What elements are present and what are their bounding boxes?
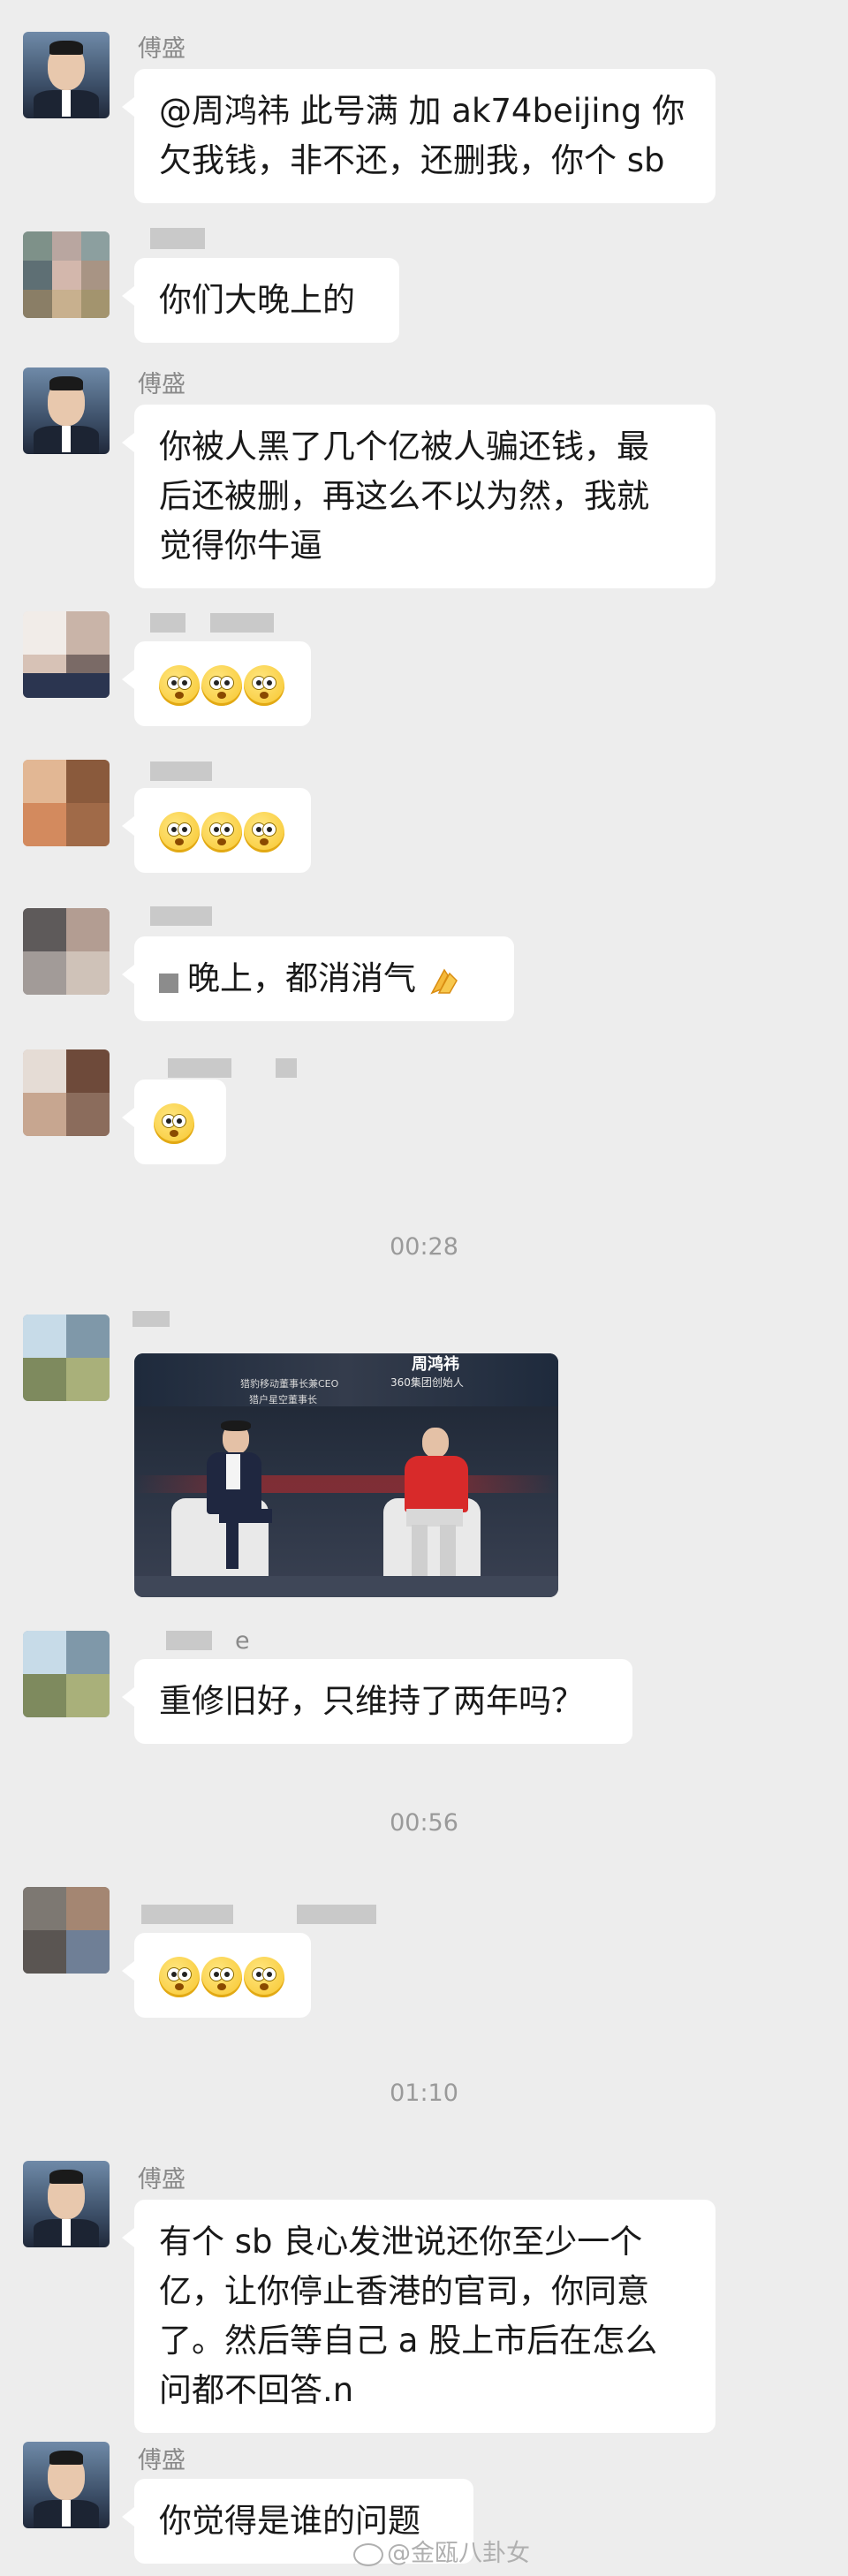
astonished-emoji-icon [159,664,200,706]
astonished-emoji-icon [159,1956,200,1997]
timestamp: 00:28 [390,1233,458,1261]
timestamp: 00:56 [390,1809,458,1837]
weibo-logo-icon [353,2542,383,2566]
message-text: 你们大晚上的 [159,281,355,319]
astonished-emoji-icon [244,1956,284,1997]
message-bubble[interactable] [122,788,311,873]
blurred-sender-name [166,1631,212,1650]
watermark: @金瓯八卦女 [353,2534,530,2568]
message-bubble[interactable]: 重修旧好，只维持了两年吗？ [122,1659,632,1744]
astonished-emoji-icon [154,1102,194,1144]
blurred-sender-name [132,1311,170,1327]
message-bubble[interactable]: 你被人黑了几个亿被人骗还钱，最 后还被删，再这么不以为然，我就 觉得你牛逼 [122,405,716,588]
avatar[interactable] [23,908,110,995]
image-caption-role: 猎豹移动董事长兼CEO [240,1378,339,1390]
avatar[interactable] [23,32,110,118]
message-text-line: @周鸿祎 此号满 加 ak74beijing 你 [159,92,685,130]
sender-name: 傅盛 [138,2166,186,2193]
avatar[interactable] [23,2442,110,2528]
image-message[interactable]: 周鸿祎 360集团创始人 猎豹移动董事长兼CEO 猎户星空董事长 [134,1353,558,1597]
avatar[interactable] [23,1887,110,1974]
message-text-line: 你被人黑了几个亿被人骗还钱，最 [159,428,649,466]
message-bubble[interactable]: @周鸿祎 此号满 加 ak74beijing 你 欠我钱，非不还，还删我，你个 … [122,69,716,203]
avatar[interactable] [23,1049,110,1136]
message-bubble[interactable]: 有个 sb 良心发泄说还你至少一个 亿，让你停止香港的官司，你同意 了。然后等自… [122,2200,716,2433]
avatar[interactable] [23,367,110,454]
image-caption-role: 360集团创始人 [390,1376,464,1389]
blurred-text-block [159,974,178,993]
astonished-emoji-icon [201,811,242,852]
message-text-line: 后还被删，再这么不以为然，我就 [159,477,649,515]
image-caption-role: 猎户星空董事长 [249,1394,317,1405]
astonished-emoji-icon [201,664,242,706]
sender-name: 傅盛 [138,371,186,398]
message-bubble[interactable] [122,1933,311,2018]
astonished-emoji-icon [159,811,200,852]
message-bubble[interactable]: 你们大晚上的 [122,258,399,343]
message-bubble[interactable] [122,1080,226,1164]
blurred-sender-name [168,1058,231,1078]
message-text: 重修旧好，只维持了两年吗？ [159,1682,584,1720]
message-text-line: 觉得你牛逼 [159,527,322,564]
message-bubble[interactable] [122,641,311,726]
blurred-sender-name [150,761,212,781]
astonished-emoji-icon [244,811,284,852]
message-text-line: 欠我钱，非不还，还删我，你个 sb [159,141,665,179]
image-caption-title: 周鸿祎 [412,1355,459,1374]
message-text-line: 有个 sb 良心发泄说还你至少一个 [159,2223,643,2261]
blurred-sender-name [150,228,205,249]
message-text-line: 亿，让你停止香港的官司，你同意 [159,2272,649,2310]
avatar[interactable] [23,2161,110,2247]
avatar[interactable] [23,1315,110,1401]
timestamp: 01:10 [390,2080,458,2107]
blurred-sender-name [141,1905,233,1924]
sender-name-partial: e [235,1627,250,1655]
avatar[interactable] [23,760,110,846]
avatar[interactable] [23,231,110,318]
astonished-emoji-icon [244,664,284,706]
avatar[interactable] [23,611,110,698]
watermark-text: @金瓯八卦女 [387,2540,530,2567]
blurred-sender-name [150,906,212,926]
sender-name: 傅盛 [138,2447,186,2474]
astonished-emoji-icon [201,1956,242,1997]
message-bubble[interactable]: 晚上，都消消气 [122,936,514,1021]
message-text-line: 问都不回答.n [159,2371,354,2409]
avatar[interactable] [23,1631,110,1717]
praying-hands-icon [430,968,458,994]
blurred-sender-name [150,613,186,633]
message-text-line: 了。然后等自己 a 股上市后在怎么 [159,2322,658,2360]
sender-name: 傅盛 [138,35,186,63]
message-text: 晚上，都消消气 [187,959,416,997]
